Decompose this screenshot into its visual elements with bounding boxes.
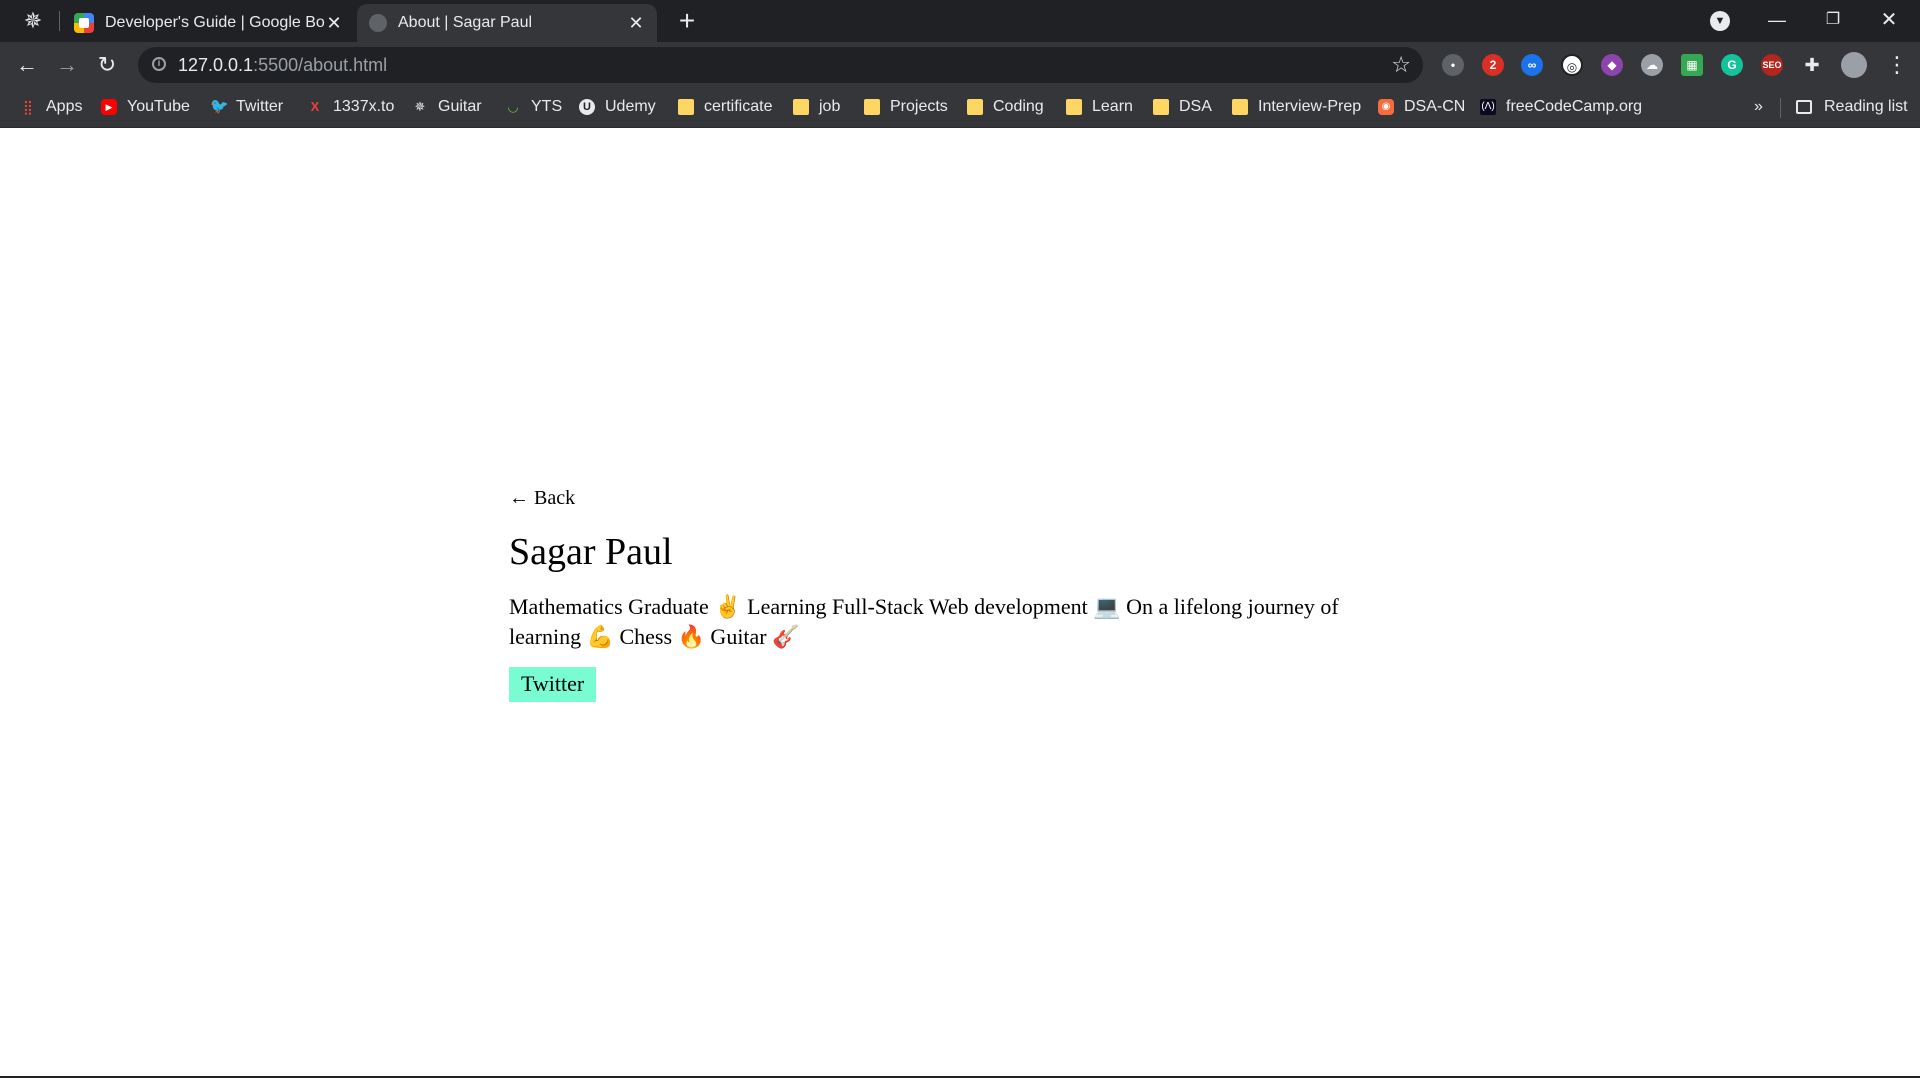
bookmark-freecodecamp[interactable]: (Λ) freeCodeCamp.org bbox=[1480, 88, 1642, 126]
folder-icon bbox=[864, 99, 880, 115]
bookmark-label: DSA-CN bbox=[1404, 98, 1466, 115]
profile-avatar[interactable] bbox=[1841, 52, 1867, 78]
bookmark-yts[interactable]: ◡ YTS bbox=[505, 88, 562, 126]
bookmark-udemy[interactable]: U Udemy bbox=[579, 88, 656, 126]
tab-search-icon[interactable]: ▼ bbox=[1710, 11, 1730, 31]
folder-icon bbox=[1066, 99, 1082, 115]
forward-arrow-icon[interactable]: → bbox=[52, 50, 82, 80]
bookmark-label: freeCodeCamp.org bbox=[1506, 98, 1643, 115]
site-info-icon[interactable]: i bbox=[152, 57, 166, 71]
browser-menu-icon[interactable]: ⋮ bbox=[1886, 50, 1908, 80]
twitter-icon: 🐦 bbox=[210, 98, 229, 115]
bookmark-folder-certificate[interactable]: certificate bbox=[678, 88, 772, 126]
bookmark-label: Guitar bbox=[438, 98, 482, 115]
bookmark-apps[interactable]: ⣿ Apps bbox=[20, 88, 83, 126]
url-host: 127.0.0.1 bbox=[178, 55, 254, 75]
tab-developers-guide[interactable]: Developer's Guide | Google Boo ✕ bbox=[62, 4, 355, 42]
close-tab-icon[interactable]: ✕ bbox=[627, 13, 645, 34]
bookmarks-bar: ⣿ Apps ▶ YouTube 🐦 Twitter X 1337x.to ✵ … bbox=[0, 88, 1920, 128]
extension-icon[interactable]: • bbox=[1442, 54, 1464, 76]
bookmark-label: Coding bbox=[993, 98, 1044, 115]
close-tab-icon[interactable]: ✕ bbox=[325, 13, 343, 34]
bookmark-label: 1337x.to bbox=[333, 98, 395, 115]
page-title: Sagar Paul bbox=[509, 531, 673, 573]
extension-icon[interactable]: 2 bbox=[1482, 54, 1504, 76]
udemy-icon: U bbox=[579, 99, 595, 115]
bookmark-label: YouTube bbox=[127, 98, 190, 115]
restore-button[interactable]: ❐ bbox=[1810, 2, 1856, 38]
extensions-puzzle-icon[interactable]: ✚ bbox=[1801, 54, 1823, 76]
bookmark-label: Learn bbox=[1092, 98, 1133, 115]
bookmark-folder-dsa[interactable]: DSA bbox=[1153, 88, 1212, 126]
bookmark-folder-projects[interactable]: Projects bbox=[864, 88, 948, 126]
folder-icon bbox=[793, 99, 809, 115]
minimize-button[interactable]: — bbox=[1754, 2, 1800, 38]
grammarly-icon[interactable]: G bbox=[1721, 54, 1743, 76]
twitter-button[interactable]: Twitter bbox=[509, 667, 597, 702]
bookmark-label: Apps bbox=[46, 98, 83, 115]
bookmark-label: job bbox=[819, 98, 841, 115]
bookmark-label: certificate bbox=[704, 98, 773, 115]
bookmark-label: Twitter bbox=[236, 98, 284, 115]
browser-toolbar: ← → ↻ i 127.0.0.1:5500/about.html ☆ • 2 … bbox=[0, 42, 1920, 88]
bookmark-star-icon[interactable]: ☆ bbox=[1391, 47, 1411, 83]
guitar-site-icon: ✵ bbox=[414, 99, 426, 114]
new-tab-button[interactable]: + bbox=[672, 6, 702, 36]
bookmark-twitter[interactable]: 🐦 Twitter bbox=[210, 88, 283, 126]
apps-grid-icon: ⣿ bbox=[22, 99, 34, 115]
bookmark-guitar[interactable]: ✵ Guitar bbox=[412, 88, 482, 126]
back-arrow-icon[interactable]: ← bbox=[12, 50, 42, 80]
tab-separator bbox=[59, 11, 60, 31]
app-logo-icon[interactable]: ✵ bbox=[18, 8, 48, 34]
yts-icon: ◡ bbox=[507, 99, 519, 114]
1337x-icon: X bbox=[310, 99, 320, 114]
tab-strip: ✵ Developer's Guide | Google Boo ✕ About… bbox=[0, 0, 1920, 42]
reading-list-label: Reading list bbox=[1824, 98, 1908, 115]
globe-favicon-icon bbox=[369, 14, 387, 32]
google-books-favicon-icon bbox=[74, 13, 94, 33]
bookmark-label: DSA bbox=[1179, 98, 1212, 115]
seo-extension-icon[interactable]: SEO bbox=[1761, 54, 1783, 76]
extension-icon[interactable]: ◎ bbox=[1561, 54, 1583, 76]
page-bottom-border bbox=[0, 1076, 1920, 1078]
bookmark-1337x[interactable]: X 1337x.to bbox=[307, 88, 395, 126]
reload-icon[interactable]: ↻ bbox=[92, 50, 122, 80]
bookmark-label: Udemy bbox=[605, 98, 656, 115]
bookmark-folder-coding[interactable]: Coding bbox=[967, 88, 1044, 126]
extension-icon[interactable]: ☁ bbox=[1641, 54, 1663, 76]
about-section: ← Back Sagar Paul Mathematics Graduate ✌… bbox=[509, 487, 1389, 702]
reading-list-button[interactable]: Reading list bbox=[1796, 88, 1908, 126]
bookmark-label: Projects bbox=[890, 98, 948, 115]
freecodecamp-icon: (Λ) bbox=[1480, 99, 1496, 115]
bio-text: Mathematics Graduate ✌️ Learning Full-St… bbox=[509, 594, 1339, 649]
tab-title: About | Sagar Paul bbox=[398, 14, 533, 31]
bookmark-label: YTS bbox=[531, 98, 563, 115]
folder-icon bbox=[1232, 99, 1248, 115]
codingninjas-icon: ◉ bbox=[1378, 99, 1394, 115]
reading-list-icon bbox=[1796, 100, 1812, 114]
close-window-button[interactable]: ✕ bbox=[1866, 2, 1912, 38]
bookmark-label: Interview-Prep bbox=[1258, 98, 1362, 115]
reading-list-separator bbox=[1780, 98, 1781, 118]
bookmark-youtube[interactable]: ▶ YouTube bbox=[101, 88, 190, 126]
youtube-icon: ▶ bbox=[101, 99, 117, 115]
bookmark-folder-job[interactable]: job bbox=[793, 88, 840, 126]
page-viewport: ← Back Sagar Paul Mathematics Graduate ✌… bbox=[0, 128, 1920, 1078]
bookmark-folder-interview-prep[interactable]: Interview-Prep bbox=[1232, 88, 1361, 126]
folder-icon bbox=[1153, 99, 1169, 115]
bookmark-dsa-cn[interactable]: ◉ DSA-CN bbox=[1378, 88, 1465, 126]
extension-icon[interactable]: ◆ bbox=[1601, 54, 1623, 76]
url-path: :5500/about.html bbox=[253, 55, 388, 75]
address-bar[interactable]: i 127.0.0.1:5500/about.html ☆ bbox=[138, 47, 1423, 83]
url-text[interactable]: 127.0.0.1:5500/about.html bbox=[178, 47, 387, 83]
tab-about[interactable]: About | Sagar Paul ✕ bbox=[357, 4, 657, 42]
bookmarks-overflow-button[interactable]: » bbox=[1754, 88, 1763, 126]
extension-icon[interactable]: ∞ bbox=[1521, 54, 1543, 76]
back-link[interactable]: ← Back bbox=[509, 487, 575, 510]
tab-title: Developer's Guide | Google Boo bbox=[105, 14, 325, 31]
bookmark-folder-learn[interactable]: Learn bbox=[1066, 88, 1133, 126]
folder-icon bbox=[967, 99, 983, 115]
folder-icon bbox=[678, 99, 694, 115]
extension-icon[interactable]: ▦ bbox=[1681, 54, 1703, 76]
